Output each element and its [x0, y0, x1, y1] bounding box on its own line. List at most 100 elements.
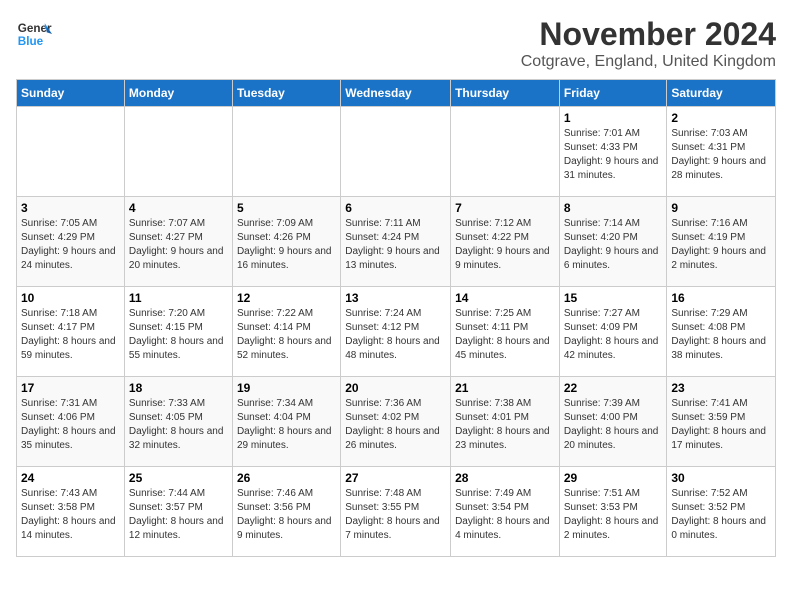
day-number: 13 — [345, 291, 446, 305]
column-header-tuesday: Tuesday — [232, 80, 340, 107]
calendar-cell: 24 Sunrise: 7:43 AM Sunset: 3:58 PM Dayli… — [17, 467, 125, 557]
day-number: 1 — [564, 111, 663, 125]
day-number: 23 — [671, 381, 771, 395]
calendar-cell: 16 Sunrise: 7:29 AM Sunset: 4:08 PM Dayli… — [667, 287, 776, 377]
day-detail: Sunrise: 7:27 AM Sunset: 4:09 PM Dayligh… — [564, 307, 663, 363]
day-number: 24 — [21, 471, 120, 485]
calendar-cell: 18 Sunrise: 7:33 AM Sunset: 4:05 PM Dayli… — [124, 377, 232, 467]
calendar-cell: 10 Sunrise: 7:18 AM Sunset: 4:17 PM Dayli… — [17, 287, 125, 377]
day-number: 25 — [129, 471, 228, 485]
day-number: 30 — [671, 471, 771, 485]
day-detail: Sunrise: 7:31 AM Sunset: 4:06 PM Dayligh… — [21, 397, 120, 453]
calendar-cell: 14 Sunrise: 7:25 AM Sunset: 4:11 PM Dayli… — [451, 287, 560, 377]
calendar-cell: 5Sunrise: 7:09 AM Sunset: 4:26 PM Daylig… — [232, 197, 340, 287]
calendar-cell: 7 Sunrise: 7:12 AM Sunset: 4:22 PM Daylig… — [451, 197, 560, 287]
title-section: November 2024 Cotgrave, England, United … — [521, 16, 776, 71]
calendar-cell: 15 Sunrise: 7:27 AM Sunset: 4:09 PM Dayli… — [559, 287, 667, 377]
day-number: 17 — [21, 381, 120, 395]
day-detail: Sunrise: 7:16 AM Sunset: 4:19 PM Dayligh… — [671, 217, 771, 273]
calendar-week-1: 1 Sunrise: 7:01 AM Sunset: 4:33 PM Daylig… — [17, 107, 776, 197]
day-number: 2 — [671, 111, 771, 125]
calendar-week-3: 10 Sunrise: 7:18 AM Sunset: 4:17 PM Dayli… — [17, 287, 776, 377]
day-detail: Sunrise: 7:33 AM Sunset: 4:05 PM Dayligh… — [129, 397, 228, 453]
day-number: 10 — [21, 291, 120, 305]
day-number: 6 — [345, 201, 446, 215]
day-number: 18 — [129, 381, 228, 395]
day-number: 26 — [237, 471, 336, 485]
day-number: 7 — [455, 201, 555, 215]
day-detail: Sunrise: 7:34 AM Sunset: 4:04 PM Dayligh… — [237, 397, 336, 453]
day-number: 27 — [345, 471, 446, 485]
calendar-cell: 17 Sunrise: 7:31 AM Sunset: 4:06 PM Dayli… — [17, 377, 125, 467]
day-detail: Sunrise: 7:38 AM Sunset: 4:01 PM Dayligh… — [455, 397, 555, 453]
day-detail: Sunrise: 7:29 AM Sunset: 4:08 PM Dayligh… — [671, 307, 771, 363]
svg-text:Blue: Blue — [18, 35, 44, 48]
day-detail: Sunrise: 7:05 AM Sunset: 4:29 PM Dayligh… — [21, 217, 120, 273]
day-number: 11 — [129, 291, 228, 305]
day-detail: Sunrise: 7:41 AM Sunset: 3:59 PM Dayligh… — [671, 397, 771, 453]
calendar-cell: 23 Sunrise: 7:41 AM Sunset: 3:59 PM Dayli… — [667, 377, 776, 467]
day-detail: Sunrise: 7:12 AM Sunset: 4:22 PM Dayligh… — [455, 217, 555, 273]
day-number: 12 — [237, 291, 336, 305]
calendar-cell — [232, 107, 340, 197]
calendar-cell — [124, 107, 232, 197]
calendar-cell: 26 Sunrise: 7:46 AM Sunset: 3:56 PM Dayli… — [232, 467, 340, 557]
calendar-cell: 29 Sunrise: 7:51 AM Sunset: 3:53 PM Dayli… — [559, 467, 667, 557]
day-detail: Sunrise: 7:14 AM Sunset: 4:20 PM Dayligh… — [564, 217, 663, 273]
logo: General Blue — [16, 16, 52, 52]
day-detail: Sunrise: 7:24 AM Sunset: 4:12 PM Dayligh… — [345, 307, 446, 363]
calendar-cell — [451, 107, 560, 197]
day-detail: Sunrise: 7:07 AM Sunset: 4:27 PM Dayligh… — [129, 217, 228, 273]
day-number: 28 — [455, 471, 555, 485]
calendar-cell: 4 Sunrise: 7:07 AM Sunset: 4:27 PM Daylig… — [124, 197, 232, 287]
day-number: 15 — [564, 291, 663, 305]
calendar-cell: 21Sunrise: 7:38 AM Sunset: 4:01 PM Dayli… — [451, 377, 560, 467]
day-detail: Sunrise: 7:25 AM Sunset: 4:11 PM Dayligh… — [455, 307, 555, 363]
calendar-cell: 22Sunrise: 7:39 AM Sunset: 4:00 PM Dayli… — [559, 377, 667, 467]
day-number: 8 — [564, 201, 663, 215]
column-header-saturday: Saturday — [667, 80, 776, 107]
column-header-sunday: Sunday — [17, 80, 125, 107]
calendar-cell: 6Sunrise: 7:11 AM Sunset: 4:24 PM Daylig… — [341, 197, 451, 287]
calendar-table: SundayMondayTuesdayWednesdayThursdayFrid… — [16, 79, 776, 557]
month-title: November 2024 — [521, 16, 776, 53]
day-detail: Sunrise: 7:52 AM Sunset: 3:52 PM Dayligh… — [671, 487, 771, 543]
calendar-cell: 11 Sunrise: 7:20 AM Sunset: 4:15 PM Dayli… — [124, 287, 232, 377]
day-detail: Sunrise: 7:49 AM Sunset: 3:54 PM Dayligh… — [455, 487, 555, 543]
calendar-cell: 2Sunrise: 7:03 AM Sunset: 4:31 PM Daylig… — [667, 107, 776, 197]
calendar-cell: 3 Sunrise: 7:05 AM Sunset: 4:29 PM Daylig… — [17, 197, 125, 287]
column-header-monday: Monday — [124, 80, 232, 107]
day-number: 29 — [564, 471, 663, 485]
calendar-cell: 25 Sunrise: 7:44 AM Sunset: 3:57 PM Dayli… — [124, 467, 232, 557]
day-detail: Sunrise: 7:46 AM Sunset: 3:56 PM Dayligh… — [237, 487, 336, 543]
day-number: 19 — [237, 381, 336, 395]
calendar-cell: 30 Sunrise: 7:52 AM Sunset: 3:52 PM Dayli… — [667, 467, 776, 557]
day-detail: Sunrise: 7:51 AM Sunset: 3:53 PM Dayligh… — [564, 487, 663, 543]
location-title: Cotgrave, England, United Kingdom — [521, 53, 776, 71]
day-number: 4 — [129, 201, 228, 215]
calendar-week-5: 24 Sunrise: 7:43 AM Sunset: 3:58 PM Dayli… — [17, 467, 776, 557]
day-detail: Sunrise: 7:48 AM Sunset: 3:55 PM Dayligh… — [345, 487, 446, 543]
day-detail: Sunrise: 7:01 AM Sunset: 4:33 PM Dayligh… — [564, 127, 663, 183]
calendar-cell: 19 Sunrise: 7:34 AM Sunset: 4:04 PM Dayli… — [232, 377, 340, 467]
calendar-cell: 28 Sunrise: 7:49 AM Sunset: 3:54 PM Dayli… — [451, 467, 560, 557]
calendar-cell: 27 Sunrise: 7:48 AM Sunset: 3:55 PM Dayli… — [341, 467, 451, 557]
day-number: 16 — [671, 291, 771, 305]
calendar-cell: 1 Sunrise: 7:01 AM Sunset: 4:33 PM Daylig… — [559, 107, 667, 197]
day-detail: Sunrise: 7:20 AM Sunset: 4:15 PM Dayligh… — [129, 307, 228, 363]
day-number: 5 — [237, 201, 336, 215]
calendar-cell: 9Sunrise: 7:16 AM Sunset: 4:19 PM Daylig… — [667, 197, 776, 287]
day-number: 3 — [21, 201, 120, 215]
day-detail: Sunrise: 7:22 AM Sunset: 4:14 PM Dayligh… — [237, 307, 336, 363]
day-number: 20 — [345, 381, 446, 395]
calendar-cell: 12 Sunrise: 7:22 AM Sunset: 4:14 PM Dayli… — [232, 287, 340, 377]
calendar-cell — [17, 107, 125, 197]
day-number: 14 — [455, 291, 555, 305]
calendar-week-4: 17 Sunrise: 7:31 AM Sunset: 4:06 PM Dayli… — [17, 377, 776, 467]
logo-icon: General Blue — [16, 16, 52, 52]
day-detail: Sunrise: 7:43 AM Sunset: 3:58 PM Dayligh… — [21, 487, 120, 543]
column-header-wednesday: Wednesday — [341, 80, 451, 107]
day-detail: Sunrise: 7:18 AM Sunset: 4:17 PM Dayligh… — [21, 307, 120, 363]
day-detail: Sunrise: 7:39 AM Sunset: 4:00 PM Dayligh… — [564, 397, 663, 453]
day-detail: Sunrise: 7:44 AM Sunset: 3:57 PM Dayligh… — [129, 487, 228, 543]
